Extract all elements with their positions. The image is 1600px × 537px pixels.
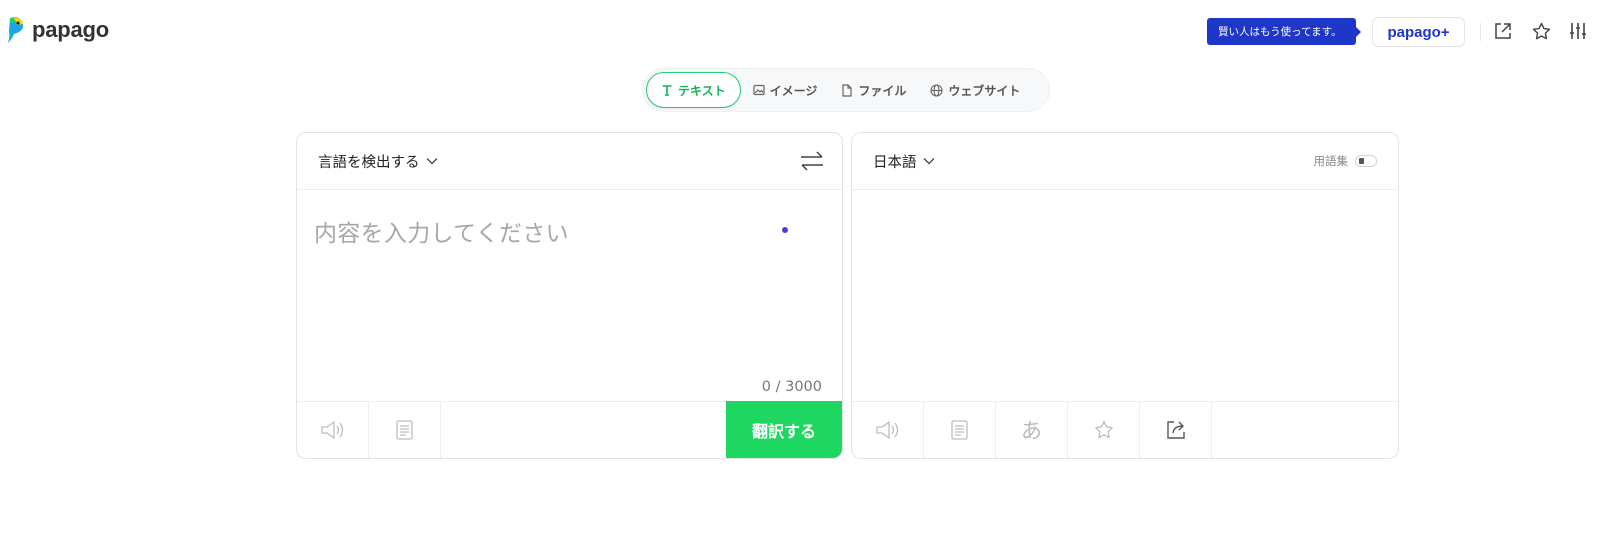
document-icon: [395, 420, 413, 440]
target-language-label: 日本語: [873, 154, 917, 171]
tab-website-label: ウェブサイト: [948, 83, 1021, 98]
chevron-down-icon: [923, 158, 934, 165]
speaker-icon: [320, 420, 343, 440]
tab-text-label: テキスト: [678, 83, 726, 98]
source-listen-button[interactable]: [297, 402, 369, 458]
promo-tooltip[interactable]: 賢い人はもう使ってます。: [1207, 18, 1361, 45]
tab-text[interactable]: テキスト: [646, 72, 741, 108]
settings-sliders-icon[interactable]: [1566, 19, 1590, 43]
source-panel-header: 言語を検出する: [297, 133, 842, 190]
globe-icon: [930, 83, 943, 97]
tab-file[interactable]: ファイル: [829, 72, 918, 108]
document-icon: [950, 420, 968, 440]
source-language-select[interactable]: 言語を検出する: [318, 151, 438, 172]
tab-file-label: ファイル: [858, 83, 907, 98]
swap-languages-icon[interactable]: [800, 150, 824, 176]
logo-text: papago: [32, 17, 110, 42]
glossary-label: 用語集: [1313, 154, 1349, 168]
target-language-select[interactable]: 日本語: [873, 151, 935, 172]
target-listen-button[interactable]: [852, 402, 924, 458]
hiragana-a-icon: あ: [1021, 419, 1042, 443]
source-text-input[interactable]: 内容を入力してください 0 / 3000: [297, 191, 842, 401]
speaker-icon: [875, 420, 898, 440]
source-placeholder: 内容を入力してください: [314, 221, 569, 247]
parrot-logo-icon: [8, 17, 24, 43]
target-panel: 日本語 用語集 あ: [851, 132, 1399, 459]
glossary-switch[interactable]: [1355, 155, 1377, 167]
text-icon: [662, 85, 672, 96]
target-panel-header: 日本語 用語集: [852, 133, 1398, 190]
papago-plus-button[interactable]: papago+: [1372, 17, 1465, 47]
share-icon: [1166, 421, 1185, 439]
character-counter: 0 / 3000: [761, 379, 822, 395]
source-dictionary-button[interactable]: [369, 402, 441, 458]
image-icon: [753, 84, 765, 96]
favorite-button[interactable]: [1068, 402, 1140, 458]
tab-image[interactable]: イメージ: [741, 72, 830, 108]
target-dictionary-button[interactable]: [924, 402, 996, 458]
source-panel: 言語を検出する 内容を入力してください 0 / 3000 翻訳する: [296, 132, 843, 459]
translate-button[interactable]: 翻訳する: [726, 401, 842, 458]
cursor-dot: [782, 227, 788, 233]
target-text-output: [852, 191, 1398, 401]
mode-tabs: テキスト イメージ ファイル ウェブサイト: [642, 68, 1050, 112]
papago-logo[interactable]: papago: [6, 16, 109, 44]
glossary-toggle[interactable]: 用語集: [1313, 153, 1377, 169]
target-panel-footer: あ: [852, 401, 1398, 458]
pronunciation-button[interactable]: あ: [996, 402, 1068, 458]
header-divider: [1480, 23, 1481, 41]
open-new-window-icon[interactable]: [1491, 19, 1515, 43]
source-language-label: 言語を検出する: [318, 154, 420, 171]
chevron-down-icon: [426, 158, 437, 165]
star-icon: [1094, 420, 1113, 439]
star-icon[interactable]: [1529, 19, 1553, 43]
share-button[interactable]: [1140, 402, 1212, 458]
file-icon: [842, 83, 853, 97]
tab-image-label: イメージ: [769, 83, 818, 98]
tab-website[interactable]: ウェブサイト: [918, 72, 1032, 108]
